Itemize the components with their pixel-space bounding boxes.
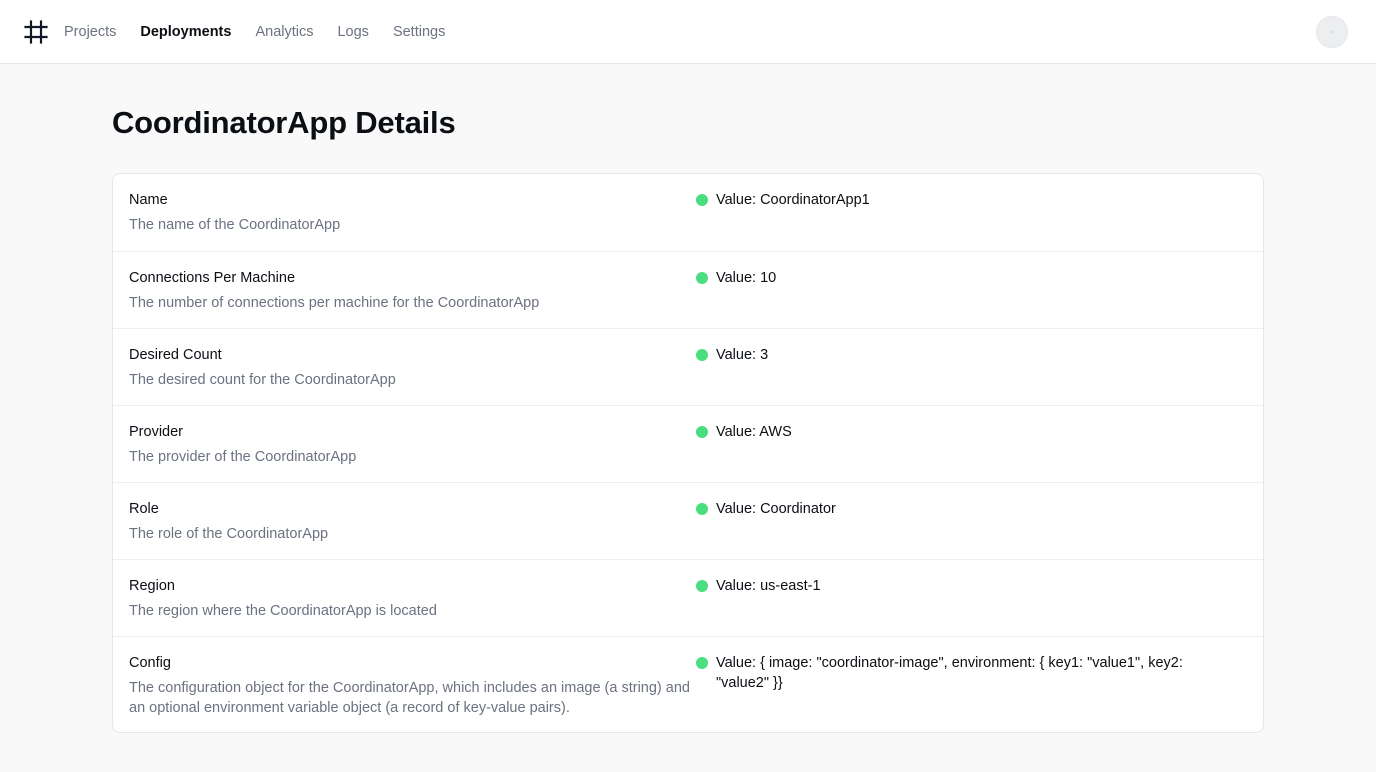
detail-value-group: Value: CoordinatorApp1 xyxy=(696,191,1247,237)
top-navigation-bar: Projects Deployments Analytics Logs Sett… xyxy=(0,0,1376,64)
detail-row-config: Config The configuration object for the … xyxy=(113,636,1263,732)
status-dot-icon xyxy=(696,272,708,284)
detail-value-group: Value: 3 xyxy=(696,346,1247,391)
detail-value: Value: 3 xyxy=(716,347,769,363)
details-card: Name The name of the CoordinatorApp Valu… xyxy=(112,173,1264,733)
detail-label-group: Connections Per Machine The number of co… xyxy=(129,269,696,314)
detail-label-group: Role The role of the CoordinatorApp xyxy=(129,500,696,545)
detail-label: Desired Count xyxy=(129,347,222,363)
user-avatar[interactable] xyxy=(1316,16,1348,48)
detail-row-connections-per-machine: Connections Per Machine The number of co… xyxy=(113,251,1263,328)
hash-grid-icon[interactable] xyxy=(24,20,48,44)
detail-label: Role xyxy=(129,501,159,517)
detail-label: Name xyxy=(129,192,168,208)
detail-label-group: Name The name of the CoordinatorApp xyxy=(129,191,696,237)
nav-link-logs[interactable]: Logs xyxy=(337,24,368,40)
detail-value: Value: { image: "coordinator-image", env… xyxy=(716,655,1183,691)
status-dot-icon xyxy=(696,194,708,206)
detail-value-group: Value: Coordinator xyxy=(696,500,1247,545)
detail-row-role: Role The role of the CoordinatorApp Valu… xyxy=(113,482,1263,559)
status-dot-icon xyxy=(696,503,708,515)
detail-description: The name of the CoordinatorApp xyxy=(129,217,341,233)
main-nav: Projects Deployments Analytics Logs Sett… xyxy=(64,0,445,64)
detail-row-desired-count: Desired Count The desired count for the … xyxy=(113,328,1263,405)
detail-value: Value: CoordinatorApp1 xyxy=(716,192,870,208)
nav-link-analytics[interactable]: Analytics xyxy=(255,24,313,40)
detail-value-group: Value: us-east-1 xyxy=(696,577,1247,622)
detail-description: The provider of the CoordinatorApp xyxy=(129,449,357,465)
detail-description: The configuration object for the Coordin… xyxy=(129,680,690,716)
status-dot-icon xyxy=(696,657,708,669)
detail-value: Value: Coordinator xyxy=(716,501,836,517)
detail-label-group: Region The region where the CoordinatorA… xyxy=(129,577,696,622)
nav-link-projects[interactable]: Projects xyxy=(64,24,116,40)
detail-label: Region xyxy=(129,578,175,594)
nav-link-settings[interactable]: Settings xyxy=(393,24,445,40)
status-dot-icon xyxy=(696,349,708,361)
detail-description: The role of the CoordinatorApp xyxy=(129,526,329,542)
detail-description: The region where the CoordinatorApp is l… xyxy=(129,603,437,619)
detail-label-group: Desired Count The desired count for the … xyxy=(129,346,696,391)
detail-label-group: Config The configuration object for the … xyxy=(129,654,696,718)
detail-value: Value: us-east-1 xyxy=(716,578,821,594)
nav-link-deployments[interactable]: Deployments xyxy=(140,24,231,40)
detail-label: Connections Per Machine xyxy=(129,270,296,286)
detail-label: Config xyxy=(129,655,171,671)
detail-row-name: Name The name of the CoordinatorApp Valu… xyxy=(113,174,1263,251)
status-dot-icon xyxy=(696,426,708,438)
main-content: CoordinatorApp Details Name The name of … xyxy=(112,64,1264,733)
detail-description: The desired count for the CoordinatorApp xyxy=(129,372,396,388)
detail-label-group: Provider The provider of the Coordinator… xyxy=(129,423,696,468)
detail-value-group: Value: AWS xyxy=(696,423,1247,468)
detail-value: Value: AWS xyxy=(716,424,792,440)
page-title: CoordinatorApp Details xyxy=(112,105,456,140)
detail-row-region: Region The region where the CoordinatorA… xyxy=(113,559,1263,636)
status-dot-icon xyxy=(696,580,708,592)
detail-value-group: Value: { image: "coordinator-image", env… xyxy=(696,654,1247,718)
detail-label: Provider xyxy=(129,424,183,440)
detail-description: The number of connections per machine fo… xyxy=(129,295,540,311)
detail-row-provider: Provider The provider of the Coordinator… xyxy=(113,405,1263,482)
detail-value-group: Value: 10 xyxy=(696,269,1247,314)
detail-value: Value: 10 xyxy=(716,270,777,286)
